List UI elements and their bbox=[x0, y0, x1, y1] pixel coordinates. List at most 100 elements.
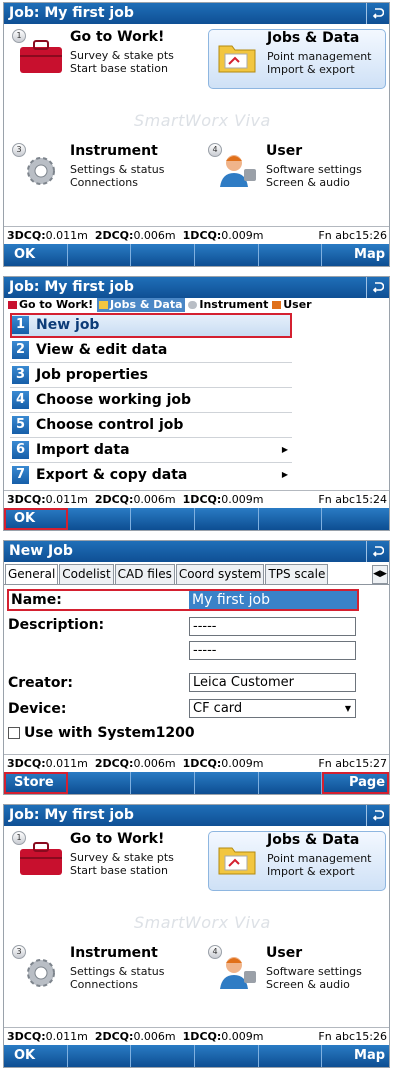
back-arrow-icon[interactable] bbox=[366, 805, 389, 826]
tab-label: Instrument bbox=[199, 298, 269, 311]
jobs-data-menu-screen: Job: My first job Go to Work! Jobs & Dat… bbox=[3, 276, 390, 531]
tab-jobs-data[interactable]: Jobs & Data bbox=[96, 298, 185, 312]
tile-line1: Survey & stake pts bbox=[70, 49, 174, 62]
menu-label: New job bbox=[36, 317, 100, 333]
system1200-checkbox[interactable]: Use with System1200 bbox=[8, 725, 195, 741]
status-value: 0.009m bbox=[221, 757, 264, 770]
tab-coord-system[interactable]: Coord system bbox=[175, 564, 265, 584]
tile-line2: Import & export bbox=[267, 63, 355, 76]
status-value: 0.009m bbox=[221, 229, 264, 242]
tab-go-to-work[interactable]: Go to Work! bbox=[8, 298, 93, 312]
status-label: 1DCQ: bbox=[182, 757, 222, 770]
menu-item-import-data[interactable]: 6 Import data ▶ bbox=[10, 438, 292, 463]
tab-general[interactable]: General bbox=[5, 564, 59, 584]
tab-label: User bbox=[283, 298, 312, 311]
menu-item-view-edit-data[interactable]: 2 View & edit data bbox=[10, 338, 292, 363]
softkey-bar: OK Map bbox=[4, 1045, 389, 1067]
tile-jobs-data[interactable]: Jobs & Data Point management Import & ex… bbox=[208, 831, 386, 891]
screen-title: Job: My first job bbox=[9, 279, 134, 295]
tile-go-to-work[interactable]: 1 Go to Work! Survey & stake pts Start b… bbox=[12, 29, 182, 87]
red-toolbox-icon bbox=[18, 37, 64, 75]
softkey-f5[interactable] bbox=[259, 772, 323, 794]
status-label: 3DCQ: bbox=[7, 493, 46, 506]
menu-item-job-properties[interactable]: 3 Job properties bbox=[10, 363, 292, 388]
input-mode: Fn abc bbox=[318, 757, 355, 770]
softkey-f4[interactable] bbox=[195, 1045, 259, 1067]
ok-button[interactable]: OK bbox=[4, 508, 68, 530]
status-label: 3DCQ: bbox=[7, 1030, 46, 1043]
folder-icon bbox=[217, 40, 263, 78]
tile-instrument[interactable]: 3 Instrument Settings & status Connectio… bbox=[12, 945, 182, 1003]
tile-instrument[interactable]: 3 Instrument Settings & status Connectio… bbox=[12, 143, 182, 201]
input-mode: Fn abc bbox=[318, 493, 355, 506]
page-button[interactable]: Page bbox=[322, 772, 389, 794]
status-label: 1DCQ: bbox=[182, 1030, 222, 1043]
softkey-f2[interactable] bbox=[68, 508, 132, 530]
ok-button[interactable]: OK bbox=[4, 244, 68, 266]
status-bar: 3DCQ:0.011m 2DCQ:0.006m 1DCQ:0.009m Fn a… bbox=[4, 754, 389, 772]
menu-label: Choose control job bbox=[36, 417, 184, 433]
ok-button[interactable]: OK bbox=[4, 1045, 68, 1067]
softkey-f2[interactable] bbox=[68, 772, 132, 794]
softkey-f2[interactable] bbox=[68, 244, 132, 266]
status-value: 0.009m bbox=[221, 493, 264, 506]
tab-divider bbox=[4, 584, 389, 585]
device-select[interactable]: CF card ▼ bbox=[189, 699, 356, 718]
tile-line1: Software settings bbox=[266, 163, 362, 176]
softkey-f5[interactable] bbox=[259, 1045, 323, 1067]
softkey-f4[interactable] bbox=[195, 772, 259, 794]
menu-label: View & edit data bbox=[36, 342, 168, 358]
submenu-arrow-icon: ▶ bbox=[281, 445, 288, 454]
description-input-1[interactable]: ----- bbox=[189, 617, 356, 636]
tile-user[interactable]: 4 User Software settings Screen & audio bbox=[208, 143, 378, 201]
menu-item-new-job[interactable]: 1 New job bbox=[10, 313, 292, 338]
map-button[interactable]: Map bbox=[322, 244, 389, 266]
tile-go-to-work[interactable]: 1 Go to Work! Survey & stake pts Start b… bbox=[12, 831, 182, 889]
tab-label: Go to Work! bbox=[19, 298, 94, 311]
tile-user[interactable]: 4 User Software settings Screen & audio bbox=[208, 945, 378, 1003]
tab-cad-files[interactable]: CAD files bbox=[114, 564, 175, 584]
tile-line2: Start base station bbox=[70, 62, 168, 75]
status-value: 0.009m bbox=[221, 1030, 264, 1043]
tab-scroll-arrows-icon[interactable]: ◀▶ bbox=[372, 565, 388, 584]
new-job-screen: New Job General Codelist CAD files Coord… bbox=[3, 540, 390, 795]
menu-item-export-copy-data[interactable]: 7 Export & copy data ▶ bbox=[10, 463, 292, 487]
softkey-f3[interactable] bbox=[131, 508, 196, 530]
softkey-f3[interactable] bbox=[131, 772, 196, 794]
softkey-f5[interactable] bbox=[259, 508, 323, 530]
back-arrow-icon[interactable] bbox=[366, 541, 389, 562]
chevron-down-icon: ▼ bbox=[344, 704, 351, 713]
softkey-f3[interactable] bbox=[131, 1045, 196, 1067]
status-value: 0.011m bbox=[45, 229, 88, 242]
tile-line2: Start base station bbox=[70, 864, 168, 877]
name-input[interactable]: My first job bbox=[189, 591, 357, 609]
menu-item-choose-working-job[interactable]: 4 Choose working job bbox=[10, 388, 292, 413]
back-arrow-icon[interactable] bbox=[366, 277, 389, 298]
menu-item-choose-control-job[interactable]: 5 Choose control job bbox=[10, 413, 292, 438]
tab-codelist[interactable]: Codelist bbox=[59, 564, 114, 584]
back-arrow-icon[interactable] bbox=[366, 3, 389, 24]
status-label: 1DCQ: bbox=[182, 493, 222, 506]
tile-line1: Point management bbox=[267, 50, 372, 63]
name-field-row[interactable]: Name: My first job bbox=[7, 589, 359, 611]
menu-label: Export & copy data bbox=[36, 467, 188, 483]
tile-jobs-data[interactable]: Jobs & Data Point management Import & ex… bbox=[208, 29, 386, 89]
tab-instrument[interactable]: Instrument bbox=[188, 298, 268, 312]
softkey-f2[interactable] bbox=[68, 1045, 132, 1067]
tab-tps-scale[interactable]: TPS scale bbox=[265, 564, 329, 584]
tile-title: User bbox=[266, 945, 303, 961]
creator-input[interactable]: Leica Customer bbox=[189, 673, 356, 692]
softkey-f6[interactable] bbox=[322, 508, 389, 530]
description-input-2[interactable]: ----- bbox=[189, 641, 356, 660]
map-button[interactable]: Map bbox=[322, 1045, 389, 1067]
softkey-f5[interactable] bbox=[259, 244, 323, 266]
tab-user[interactable]: User bbox=[272, 298, 312, 312]
menu-label: Job properties bbox=[36, 367, 149, 383]
tile-title: Instrument bbox=[70, 143, 158, 159]
softkey-f3[interactable] bbox=[131, 244, 196, 266]
tile-title: Instrument bbox=[70, 945, 158, 961]
softkey-f4[interactable] bbox=[195, 508, 259, 530]
store-button[interactable]: Store bbox=[4, 772, 68, 794]
softkey-f4[interactable] bbox=[195, 244, 259, 266]
softkey-bar: OK Map bbox=[4, 244, 389, 266]
